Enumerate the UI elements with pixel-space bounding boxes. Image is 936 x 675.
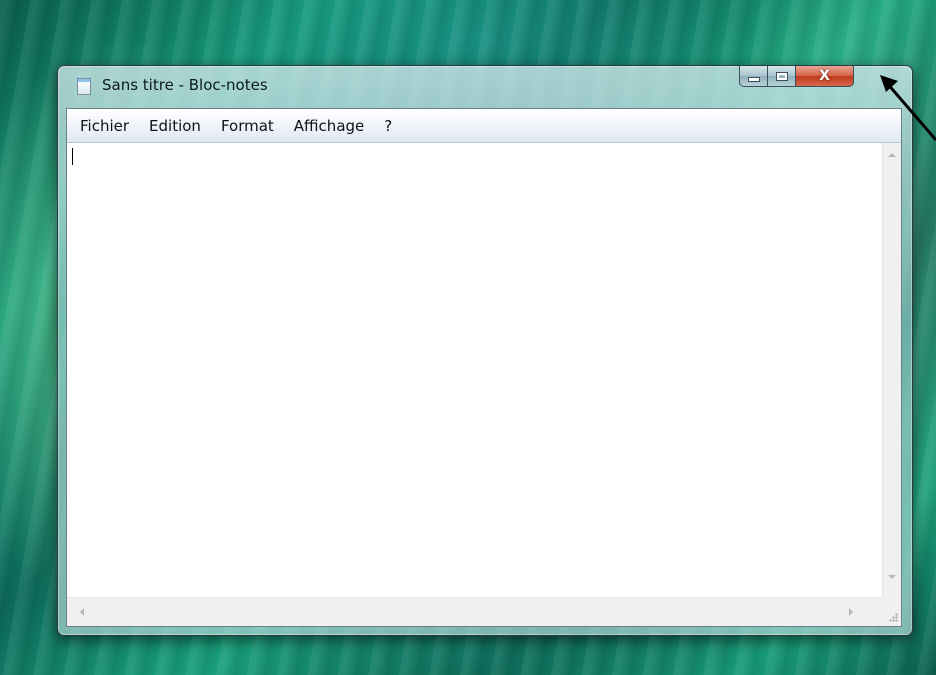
scroll-right-icon[interactable] (849, 608, 853, 616)
menu-help[interactable]: ? (374, 114, 402, 138)
vertical-scrollbar[interactable] (882, 143, 901, 597)
caption-buttons: X (739, 66, 885, 87)
scroll-left-icon[interactable] (80, 608, 84, 616)
scroll-down-icon[interactable] (888, 575, 896, 579)
horizontal-scrollbar[interactable] (67, 597, 882, 626)
resize-grip-icon (889, 613, 898, 622)
menu-edition[interactable]: Edition (139, 114, 211, 138)
maximize-button[interactable] (768, 66, 796, 87)
window-title: Sans titre - Bloc-notes (102, 76, 268, 94)
notepad-icon[interactable] (77, 78, 91, 95)
text-editor[interactable] (67, 143, 882, 597)
title-bar[interactable]: Sans titre - Bloc-notes X (58, 66, 912, 108)
minimize-button[interactable] (739, 66, 768, 87)
maximize-icon (775, 71, 788, 81)
menu-bar: Fichier Edition Format Affichage ? (67, 109, 901, 143)
menu-format[interactable]: Format (211, 114, 284, 138)
menu-fichier[interactable]: Fichier (67, 114, 139, 138)
resize-grip[interactable] (882, 597, 901, 626)
close-icon: X (819, 68, 830, 84)
client-area: Fichier Edition Format Affichage ? (66, 108, 902, 627)
pointer-arrow-icon (880, 75, 936, 141)
minimize-icon (747, 77, 760, 82)
notepad-window: Sans titre - Bloc-notes X Fichier Editio… (57, 65, 913, 636)
menu-affichage[interactable]: Affichage (284, 114, 374, 138)
text-caret (72, 148, 73, 165)
close-button[interactable]: X (796, 66, 854, 87)
